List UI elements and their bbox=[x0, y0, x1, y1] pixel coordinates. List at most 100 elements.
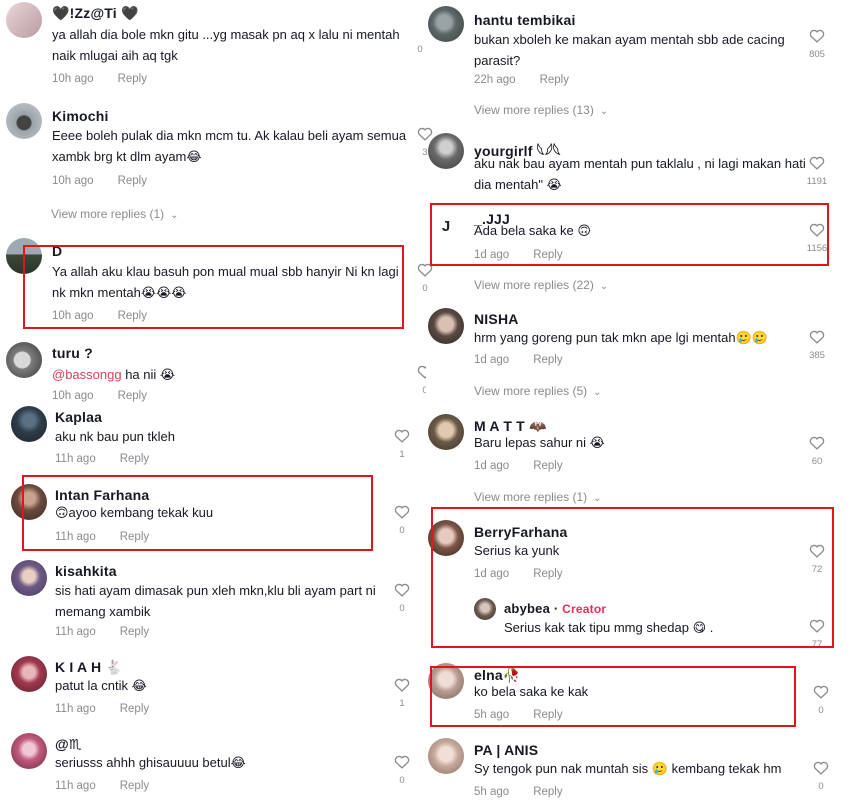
comment-time: 1d ago bbox=[474, 460, 510, 472]
mention-link[interactable]: @bassongg bbox=[52, 367, 122, 382]
comment: M A T T 🦇 Baru lepas sahur ni 😭 1d ago Re… bbox=[428, 414, 848, 509]
like-button[interactable]: 72 bbox=[806, 543, 828, 575]
heart-icon bbox=[809, 619, 825, 633]
comment-username[interactable]: turu ? bbox=[52, 345, 93, 361]
heart-icon bbox=[809, 223, 825, 237]
comment-username[interactable]: PA | ANIS bbox=[474, 742, 538, 758]
view-more-replies[interactable]: View more replies (5) ⌄ bbox=[474, 384, 602, 398]
like-button[interactable]: 385 bbox=[806, 329, 828, 361]
avatar[interactable] bbox=[11, 484, 47, 520]
reply-button[interactable]: Reply bbox=[533, 354, 562, 366]
comment-username[interactable]: Kaplaa bbox=[55, 409, 102, 425]
heart-icon bbox=[394, 755, 410, 769]
like-count: 385 bbox=[809, 350, 825, 361]
like-count: 1 bbox=[399, 449, 405, 460]
avatar[interactable] bbox=[6, 103, 42, 139]
like-button[interactable]: 0 bbox=[391, 754, 413, 786]
comment-meta: 1d ago Reply bbox=[474, 354, 563, 366]
reply-button[interactable]: Reply bbox=[120, 780, 149, 792]
like-button[interactable]: 60 bbox=[806, 435, 828, 467]
avatar[interactable] bbox=[428, 133, 464, 169]
reply-button[interactable]: Reply bbox=[120, 531, 149, 543]
like-button[interactable]: 805 bbox=[806, 28, 828, 60]
reply-button[interactable]: Reply bbox=[118, 390, 147, 402]
comment-meta: 11h ago Reply bbox=[55, 703, 149, 715]
like-button[interactable]: 0 bbox=[391, 504, 413, 536]
avatar[interactable] bbox=[6, 2, 42, 38]
reply-button[interactable]: Reply bbox=[118, 73, 147, 85]
reply-button[interactable]: Reply bbox=[533, 786, 562, 798]
comment-username[interactable]: kisahkita bbox=[55, 563, 117, 579]
avatar[interactable] bbox=[11, 406, 47, 442]
chevron-down-icon: ⌄ bbox=[593, 387, 602, 398]
like-button[interactable]: 0 bbox=[810, 760, 832, 792]
avatar[interactable] bbox=[428, 308, 464, 344]
heart-icon bbox=[809, 29, 825, 43]
comment-username[interactable]: BerryFarhana bbox=[474, 524, 567, 540]
avatar[interactable] bbox=[474, 598, 496, 620]
comment-username[interactable]: @♏ bbox=[55, 736, 82, 753]
heart-icon bbox=[813, 761, 829, 775]
comment-username[interactable]: Kimochi bbox=[52, 108, 109, 124]
like-button[interactable]: 1191 bbox=[806, 155, 828, 187]
reply-button[interactable]: Reply bbox=[118, 175, 147, 187]
reply-button[interactable]: Reply bbox=[120, 703, 149, 715]
reply-button[interactable]: Reply bbox=[118, 310, 147, 322]
comment-text: Eeee boleh pulak dia mkn mcm tu. Ak kala… bbox=[52, 128, 407, 164]
reply-button[interactable]: Reply bbox=[533, 249, 562, 261]
avatar[interactable] bbox=[428, 6, 464, 42]
comment-meta: 10h ago Reply bbox=[52, 310, 147, 322]
like-button[interactable]: 0 bbox=[810, 684, 832, 716]
comment-username[interactable]: K I A H 🐇 bbox=[55, 659, 123, 676]
like-button[interactable]: 1 bbox=[391, 677, 413, 709]
comment-meta: 5h ago Reply bbox=[474, 786, 563, 798]
comment-time: 10h ago bbox=[52, 310, 94, 322]
comment-username[interactable]: hantu tembikai bbox=[474, 12, 576, 28]
view-more-replies[interactable]: View more replies (13) ⌄ bbox=[474, 103, 608, 117]
comment-text: 🙃ayoo kembang tekak kuu bbox=[55, 505, 214, 520]
comment-username[interactable]: NISHA bbox=[474, 311, 519, 327]
chevron-down-icon: ⌄ bbox=[599, 281, 609, 292]
avatar[interactable] bbox=[428, 738, 464, 774]
like-button[interactable]: 0 bbox=[391, 582, 413, 614]
comment-username[interactable]: Intan Farhana bbox=[55, 487, 149, 503]
comment-username[interactable]: abybea · Creator bbox=[504, 601, 606, 616]
reply-button[interactable]: Reply bbox=[533, 460, 562, 472]
comment-text: bukan xboleh ke makan ayam mentah sbb ad… bbox=[474, 32, 785, 68]
comment-meta: 11h ago Reply bbox=[55, 531, 149, 543]
like-button[interactable]: 77 bbox=[806, 618, 828, 646]
comment-text: hrm yang goreng pun tak mkn ape lgi ment… bbox=[474, 330, 768, 345]
heart-icon bbox=[809, 156, 825, 170]
reply-button[interactable]: Reply bbox=[533, 709, 562, 721]
avatar[interactable] bbox=[6, 238, 42, 274]
creator-badge: Creator bbox=[562, 602, 607, 616]
avatar[interactable] bbox=[428, 414, 464, 450]
comment: NISHA hrm yang goreng pun tak mkn ape lg… bbox=[428, 308, 848, 403]
comment-username[interactable]: D bbox=[52, 243, 62, 259]
like-count: 60 bbox=[811, 456, 823, 467]
reply-button[interactable]: Reply bbox=[540, 74, 569, 86]
comment-time: 11h ago bbox=[55, 453, 96, 465]
comment-meta: 11h ago Reply bbox=[55, 626, 149, 638]
avatar[interactable] bbox=[6, 342, 42, 378]
avatar[interactable] bbox=[11, 560, 47, 596]
view-more-replies[interactable]: View more replies (1) ⌄ bbox=[51, 207, 179, 221]
reply-button[interactable]: Reply bbox=[120, 453, 149, 465]
avatar[interactable]: J bbox=[428, 208, 464, 244]
comment-time: 22h ago bbox=[474, 74, 516, 86]
comment-time: 10h ago bbox=[52, 390, 94, 402]
avatar[interactable] bbox=[428, 663, 464, 699]
reply-button[interactable]: Reply bbox=[533, 568, 562, 580]
comment-username[interactable]: 🖤!Zz@Ti 🖤 bbox=[52, 5, 139, 22]
comment-text: aku nak bau ayam mentah pun taklalu , ni… bbox=[474, 156, 806, 192]
like-button[interactable]: 1156 bbox=[806, 222, 828, 254]
like-button[interactable]: 1 bbox=[391, 428, 413, 460]
avatar[interactable] bbox=[11, 656, 47, 692]
view-more-replies[interactable]: View more replies (22) ⌄ bbox=[474, 278, 608, 292]
comment-text: Sy tengok pun nak muntah sis 🥲 kembang t… bbox=[474, 761, 782, 776]
avatar[interactable] bbox=[428, 520, 464, 556]
reply-button[interactable]: Reply bbox=[120, 626, 149, 638]
like-button[interactable]: 0 bbox=[414, 364, 426, 396]
view-more-replies[interactable]: View more replies (1) ⌄ bbox=[474, 490, 602, 504]
avatar[interactable] bbox=[11, 733, 47, 769]
